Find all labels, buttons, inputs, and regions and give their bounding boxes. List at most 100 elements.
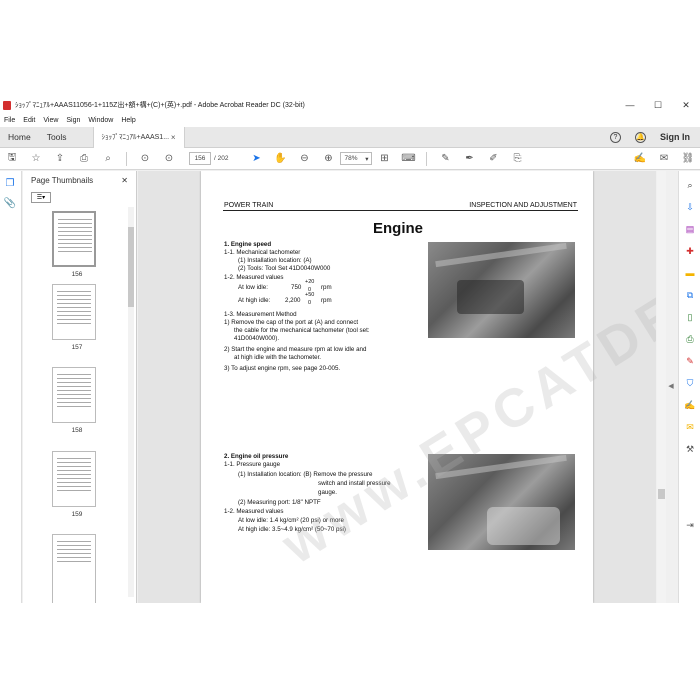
page-header-right: INSPECTION AND ADJUSTMENT bbox=[469, 202, 577, 209]
thumbnail-page-159[interactable] bbox=[52, 451, 96, 507]
comment-icon[interactable]: ✎ bbox=[436, 150, 454, 168]
menu-window[interactable]: Window bbox=[88, 117, 113, 124]
doc-value-sup: +20 bbox=[305, 279, 315, 285]
thumbnail-page-157[interactable] bbox=[52, 284, 96, 340]
doc-line: 1-1. Mechanical tachometer bbox=[224, 249, 301, 256]
collapse-tools-icon[interactable]: ⇥ bbox=[682, 517, 698, 533]
section-heading: 2. Engine oil pressure bbox=[224, 453, 289, 460]
thumbnail-page-156[interactable] bbox=[52, 211, 96, 267]
doc-unit: rpm bbox=[321, 297, 332, 304]
doc-line: 3) To adjust engine rpm, see page 20-005… bbox=[224, 365, 341, 372]
doc-line: 2) Start the engine and measure rpm at l… bbox=[224, 346, 367, 353]
toolbar-separator bbox=[426, 151, 428, 166]
scan-ocr-icon[interactable]: ⎙ bbox=[682, 331, 698, 347]
bookmark-star-icon[interactable]: ☆ bbox=[27, 150, 45, 168]
organize-pages-icon[interactable]: ▤ bbox=[682, 221, 698, 237]
find-icon[interactable]: ⌕ bbox=[99, 150, 117, 168]
page-fit-icon[interactable]: ⊞ bbox=[375, 150, 393, 168]
tab-home[interactable]: Home bbox=[0, 127, 39, 148]
email-icon[interactable]: ✉ bbox=[655, 150, 673, 168]
thumbnail-page-160[interactable] bbox=[52, 534, 96, 603]
maximize-button[interactable]: ☐ bbox=[644, 100, 672, 111]
stamp-icon[interactable]: ⎘ bbox=[508, 150, 526, 168]
page-header-left: POWER TRAIN bbox=[224, 202, 274, 209]
upload-cloud-icon[interactable]: ⇪ bbox=[51, 150, 69, 168]
scroll-thumb[interactable] bbox=[128, 227, 134, 307]
zoom-value: 78% bbox=[344, 155, 358, 162]
combine-files-icon[interactable]: ⧉ bbox=[682, 287, 698, 303]
draw-icon[interactable]: ✐ bbox=[484, 150, 502, 168]
notifications-icon[interactable]: 🔔 bbox=[635, 131, 646, 143]
sign-pen-icon[interactable]: ✍ bbox=[631, 150, 649, 168]
save-icon[interactable]: 🖫 bbox=[3, 150, 21, 168]
thumbnail-label: 156 bbox=[71, 271, 83, 278]
menu-bar: File Edit View Sign Window Help bbox=[0, 114, 700, 127]
doc-value-sub: 0 bbox=[308, 300, 312, 306]
sign-in-button[interactable]: Sign In bbox=[660, 132, 690, 142]
more-tools-icon[interactable]: ⚒ bbox=[682, 441, 698, 457]
link-icon[interactable]: ⛓ bbox=[679, 150, 697, 168]
doc-unit: rpm bbox=[321, 284, 332, 291]
tab-bar: Home Tools ｼｮｯﾌﾟﾏﾆｭｱﾙ+AAAS1... × ? 🔔 Sig… bbox=[0, 126, 700, 148]
document-view[interactable]: POWER TRAIN INSPECTION AND ADJUSTMENT En… bbox=[138, 171, 656, 603]
redact-icon[interactable]: ✎ bbox=[682, 353, 698, 369]
close-icon[interactable]: ✕ bbox=[121, 176, 128, 185]
thumbnail-content bbox=[57, 291, 91, 327]
compress-pdf-icon[interactable]: ▯ bbox=[682, 309, 698, 325]
page-title: Engine bbox=[373, 220, 424, 237]
tab-close-button[interactable]: × bbox=[171, 133, 176, 142]
tab-document[interactable]: ｼｮｯﾌﾟﾏﾆｭｱﾙ+AAAS1... × bbox=[92, 126, 185, 148]
page-total: / 202 bbox=[214, 155, 229, 162]
protect-icon[interactable]: ⛉ bbox=[682, 375, 698, 391]
minimize-button[interactable]: — bbox=[616, 100, 644, 110]
collapse-right-panel-icon[interactable]: ◀ bbox=[666, 376, 676, 396]
zoom-out-icon[interactable]: ⊖ bbox=[295, 150, 313, 168]
menu-view[interactable]: View bbox=[43, 117, 58, 124]
zoom-in-icon[interactable]: ⊕ bbox=[319, 150, 337, 168]
engine-tachometer-photo bbox=[428, 242, 575, 338]
menu-help[interactable]: Help bbox=[121, 117, 135, 124]
create-pdf-icon[interactable]: ✚ bbox=[682, 243, 698, 259]
doc-value: 750 bbox=[291, 284, 302, 291]
page-thumbnails-icon[interactable]: ❐ bbox=[2, 175, 18, 191]
thumbnails-scrollbar[interactable] bbox=[128, 207, 134, 597]
zoom-select[interactable]: 78% ▾ bbox=[340, 152, 373, 165]
keyboard-icon[interactable]: ⌨ bbox=[399, 150, 417, 168]
photo-detail bbox=[486, 506, 561, 546]
page-number-input[interactable]: 156 bbox=[189, 152, 211, 165]
doc-line: 1-2. Measured values bbox=[224, 274, 284, 281]
previous-page-icon[interactable]: ⊙ bbox=[136, 150, 154, 168]
thumbnail-label: 158 bbox=[71, 427, 83, 434]
tab-document-label: ｼｮｯﾌﾟﾏﾆｭｱﾙ+AAAS1... bbox=[101, 134, 170, 141]
main-toolbar: 🖫 ☆ ⇪ ⎙ ⌕ ⊙ ⊙ 156 / 202 ➤ ✋ ⊖ ⊕ 78% ▾ ⊞ … bbox=[0, 148, 700, 170]
thumbnail-page-158[interactable] bbox=[52, 367, 96, 423]
document-scrollbar[interactable] bbox=[657, 171, 666, 603]
photo-detail bbox=[435, 242, 568, 267]
thumbnail-content bbox=[57, 374, 91, 410]
search-icon[interactable]: ⌕ bbox=[682, 177, 698, 193]
thumbnail-options-button[interactable]: ☰▾ bbox=[31, 191, 51, 203]
select-cursor-icon[interactable]: ➤ bbox=[247, 150, 265, 168]
doc-line: at high idle with the tachometer. bbox=[234, 354, 322, 361]
title-bar: ｼｮｯﾌﾟﾏﾆｭｱﾙ+AAAS11056-1+115Z出+額+構+(C)+(英)… bbox=[0, 96, 700, 114]
export-pdf-icon[interactable]: ⇩ bbox=[682, 199, 698, 215]
attachments-icon[interactable]: 📎 bbox=[2, 195, 18, 211]
doc-value-sup: +50 bbox=[305, 292, 315, 298]
scroll-thumb[interactable] bbox=[658, 489, 665, 499]
fill-sign-icon[interactable]: ✍ bbox=[682, 397, 698, 413]
thumbnail-content bbox=[57, 458, 91, 494]
section-heading: 1. Engine speed bbox=[224, 241, 272, 248]
tab-tools[interactable]: Tools bbox=[39, 127, 75, 148]
hand-tool-icon[interactable]: ✋ bbox=[271, 150, 289, 168]
print-icon[interactable]: ⎙ bbox=[75, 150, 93, 168]
menu-file[interactable]: File bbox=[4, 117, 15, 124]
comment-tool-icon[interactable]: ▬ bbox=[682, 265, 698, 281]
next-page-icon[interactable]: ⊙ bbox=[160, 150, 178, 168]
help-icon[interactable]: ? bbox=[610, 131, 621, 143]
send-for-signature-icon[interactable]: ✉ bbox=[682, 419, 698, 435]
highlight-pen-icon[interactable]: ✒ bbox=[460, 150, 478, 168]
menu-edit[interactable]: Edit bbox=[23, 117, 35, 124]
menu-sign[interactable]: Sign bbox=[66, 117, 80, 124]
doc-line: the cable for the mechanical tachometer … bbox=[234, 327, 370, 334]
close-window-button[interactable]: ✕ bbox=[672, 100, 700, 111]
